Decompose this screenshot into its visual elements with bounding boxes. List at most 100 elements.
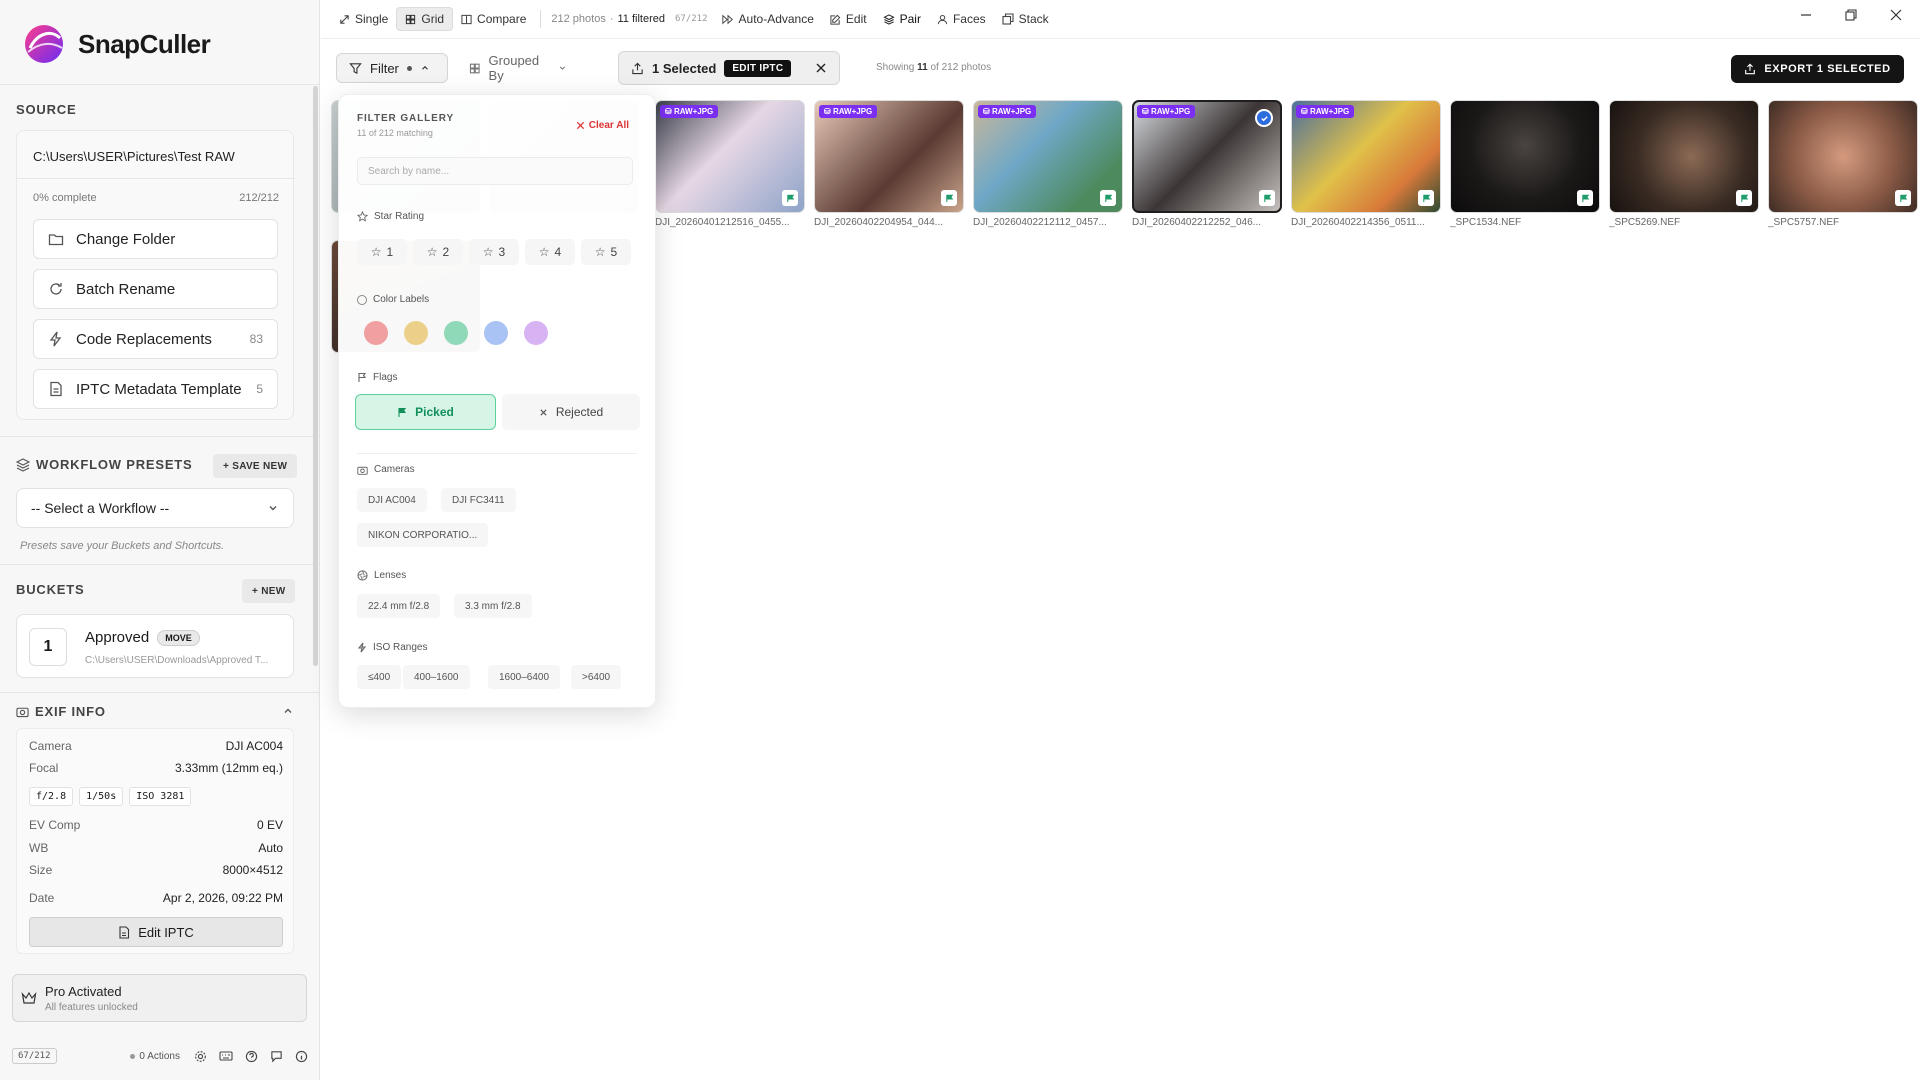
- camera-filter-chip[interactable]: DJI FC3411: [441, 488, 516, 512]
- active-dot-icon: [406, 65, 412, 71]
- help-icon[interactable]: [245, 1050, 258, 1063]
- color-labels-label: Color Labels: [373, 294, 430, 305]
- crown-icon: [21, 991, 37, 1004]
- close-icon[interactable]: [815, 62, 827, 74]
- bucket-item[interactable]: 1 Approved MOVE C:\Users\USER\Downloads\…: [16, 614, 294, 678]
- code-replacements-label: Code Replacements: [76, 330, 212, 348]
- photo-thumbnail[interactable]: ⛁ RAW+JPG: [814, 100, 964, 213]
- rejected-filter-button[interactable]: Rejected: [502, 394, 640, 430]
- layers-icon: [16, 457, 30, 472]
- check-icon[interactable]: [1255, 109, 1273, 127]
- chat-icon[interactable]: [270, 1050, 283, 1063]
- photo-thumbnail[interactable]: ⛁ RAW+JPG: [655, 100, 805, 213]
- photo-thumbnail[interactable]: [1768, 100, 1918, 213]
- pick-flag-icon[interactable]: [782, 190, 798, 206]
- sidebar-scrollbar[interactable]: [313, 86, 318, 666]
- photo-thumbnail[interactable]: ⛁ RAW+JPG: [1291, 100, 1441, 213]
- close-window-icon[interactable]: [1889, 8, 1903, 22]
- star-filter-1[interactable]: ☆ 1: [357, 239, 407, 265]
- raw-jpg-badge: ⛁ RAW+JPG: [819, 105, 878, 118]
- faces-button[interactable]: Faces: [929, 7, 994, 31]
- view-compare-label: Compare: [477, 12, 527, 26]
- auto-advance-button[interactable]: Auto-Advance: [714, 7, 822, 31]
- source-card: C:\Users\USER\Pictures\Test RAW 0% compl…: [16, 130, 295, 420]
- filter-button[interactable]: Filter: [336, 53, 448, 83]
- edit-iptc-tag-button[interactable]: EDIT IPTC: [724, 59, 792, 77]
- lenses-title: Lenses: [357, 570, 406, 581]
- restore-icon[interactable]: [1844, 8, 1858, 22]
- pick-flag-icon[interactable]: [1259, 190, 1275, 206]
- clear-all-button[interactable]: Clear All: [576, 120, 629, 131]
- star-value: 3: [498, 245, 506, 259]
- stack-icon: [1002, 13, 1014, 25]
- photo-thumbnail[interactable]: [1609, 100, 1759, 213]
- picked-filter-button[interactable]: Picked: [355, 394, 496, 430]
- iptc-template-button[interactable]: IPTC Metadata Template 5: [33, 369, 278, 409]
- photo-thumbnail-selected[interactable]: ⛁ RAW+JPG: [1132, 100, 1282, 213]
- color-label-red[interactable]: [364, 321, 388, 345]
- document-icon: [119, 925, 130, 939]
- save-workflow-button[interactable]: + SAVE NEW: [213, 454, 298, 478]
- photo-thumbnail[interactable]: [1450, 100, 1600, 213]
- info-icon[interactable]: [295, 1050, 308, 1063]
- photo-filename: _SPC5757.NEF: [1768, 217, 1840, 228]
- camera-filter-chip[interactable]: NIKON CORPORATIO...: [357, 523, 489, 547]
- source-title: SOURCE: [16, 102, 77, 117]
- star-filter-4[interactable]: ☆ 4: [525, 239, 575, 265]
- pick-flag-icon[interactable]: [941, 190, 957, 206]
- color-label-green[interactable]: [444, 321, 468, 345]
- view-grid-button[interactable]: Grid: [396, 7, 454, 31]
- export-button[interactable]: EXPORT 1 SELECTED: [1731, 55, 1904, 83]
- star-value: 1: [386, 245, 394, 259]
- pick-flag-icon[interactable]: [1736, 190, 1752, 206]
- view-grid-label: Grid: [421, 12, 445, 26]
- actions-indicator[interactable]: 0 Actions: [130, 1051, 180, 1062]
- grid-icon: [469, 63, 480, 73]
- color-label-yellow[interactable]: [404, 321, 428, 345]
- color-label-blue[interactable]: [484, 321, 508, 345]
- edit-button[interactable]: Edit: [822, 7, 875, 31]
- camera-filter-chip[interactable]: DJI AC004: [357, 488, 427, 512]
- iso-filter-chip[interactable]: ≤400: [357, 665, 402, 689]
- raw-jpg-badge: ⛁ RAW+JPG: [660, 105, 719, 118]
- change-folder-button[interactable]: Change Folder: [33, 219, 278, 259]
- stack-button[interactable]: Stack: [994, 7, 1057, 31]
- lens-filter-chip[interactable]: 22.4 mm f/2.8: [357, 594, 441, 618]
- star-icon: [357, 211, 368, 222]
- star-filter-5[interactable]: ☆ 5: [581, 239, 631, 265]
- iso-filter-chip[interactable]: 400–1600: [403, 665, 470, 689]
- filter-title: FILTER GALLERY: [357, 113, 455, 124]
- view-single-button[interactable]: Single: [331, 7, 396, 31]
- camera-icon: [16, 707, 29, 718]
- filter-search-input[interactable]: Search by name...: [357, 157, 633, 185]
- upload-icon: [632, 62, 643, 74]
- iso-filter-chip[interactable]: >6400: [571, 665, 622, 689]
- pick-flag-icon[interactable]: [1100, 190, 1116, 206]
- iso-filter-chip[interactable]: 1600–6400: [488, 665, 561, 689]
- keyboard-icon[interactable]: [219, 1050, 233, 1062]
- batch-rename-button[interactable]: Batch Rename: [33, 269, 278, 309]
- star-filter-3[interactable]: ☆ 3: [469, 239, 519, 265]
- pick-flag-icon[interactable]: [1895, 190, 1911, 206]
- edit-iptc-button[interactable]: Edit IPTC: [29, 917, 283, 947]
- gear-icon[interactable]: [194, 1050, 207, 1063]
- pick-flag-icon[interactable]: [1577, 190, 1593, 206]
- new-bucket-button[interactable]: + NEW: [242, 579, 296, 603]
- pair-button[interactable]: Pair: [875, 7, 929, 31]
- star-icon: ☆: [370, 245, 382, 259]
- exif-title[interactable]: EXIF INFO: [16, 704, 106, 719]
- star-icon: ☆: [426, 245, 438, 259]
- workflow-select[interactable]: -- Select a Workflow --: [16, 488, 294, 528]
- code-replacements-button[interactable]: Code Replacements 83: [33, 319, 278, 359]
- color-label-purple[interactable]: [524, 321, 548, 345]
- minimize-icon[interactable]: [1799, 8, 1813, 22]
- star-value: 4: [554, 245, 562, 259]
- view-compare-button[interactable]: Compare: [453, 7, 534, 31]
- grouped-by-button[interactable]: Grouped By: [456, 53, 580, 83]
- photo-thumbnail[interactable]: ⛁ RAW+JPG: [973, 100, 1123, 213]
- pick-flag-icon[interactable]: [1418, 190, 1434, 206]
- exif-date: Apr 2, 2026, 09:22 PM: [162, 891, 283, 905]
- chevron-up-icon[interactable]: [282, 705, 294, 717]
- star-filter-2[interactable]: ☆ 2: [413, 239, 463, 265]
- lens-filter-chip[interactable]: 3.3 mm f/2.8: [454, 594, 532, 618]
